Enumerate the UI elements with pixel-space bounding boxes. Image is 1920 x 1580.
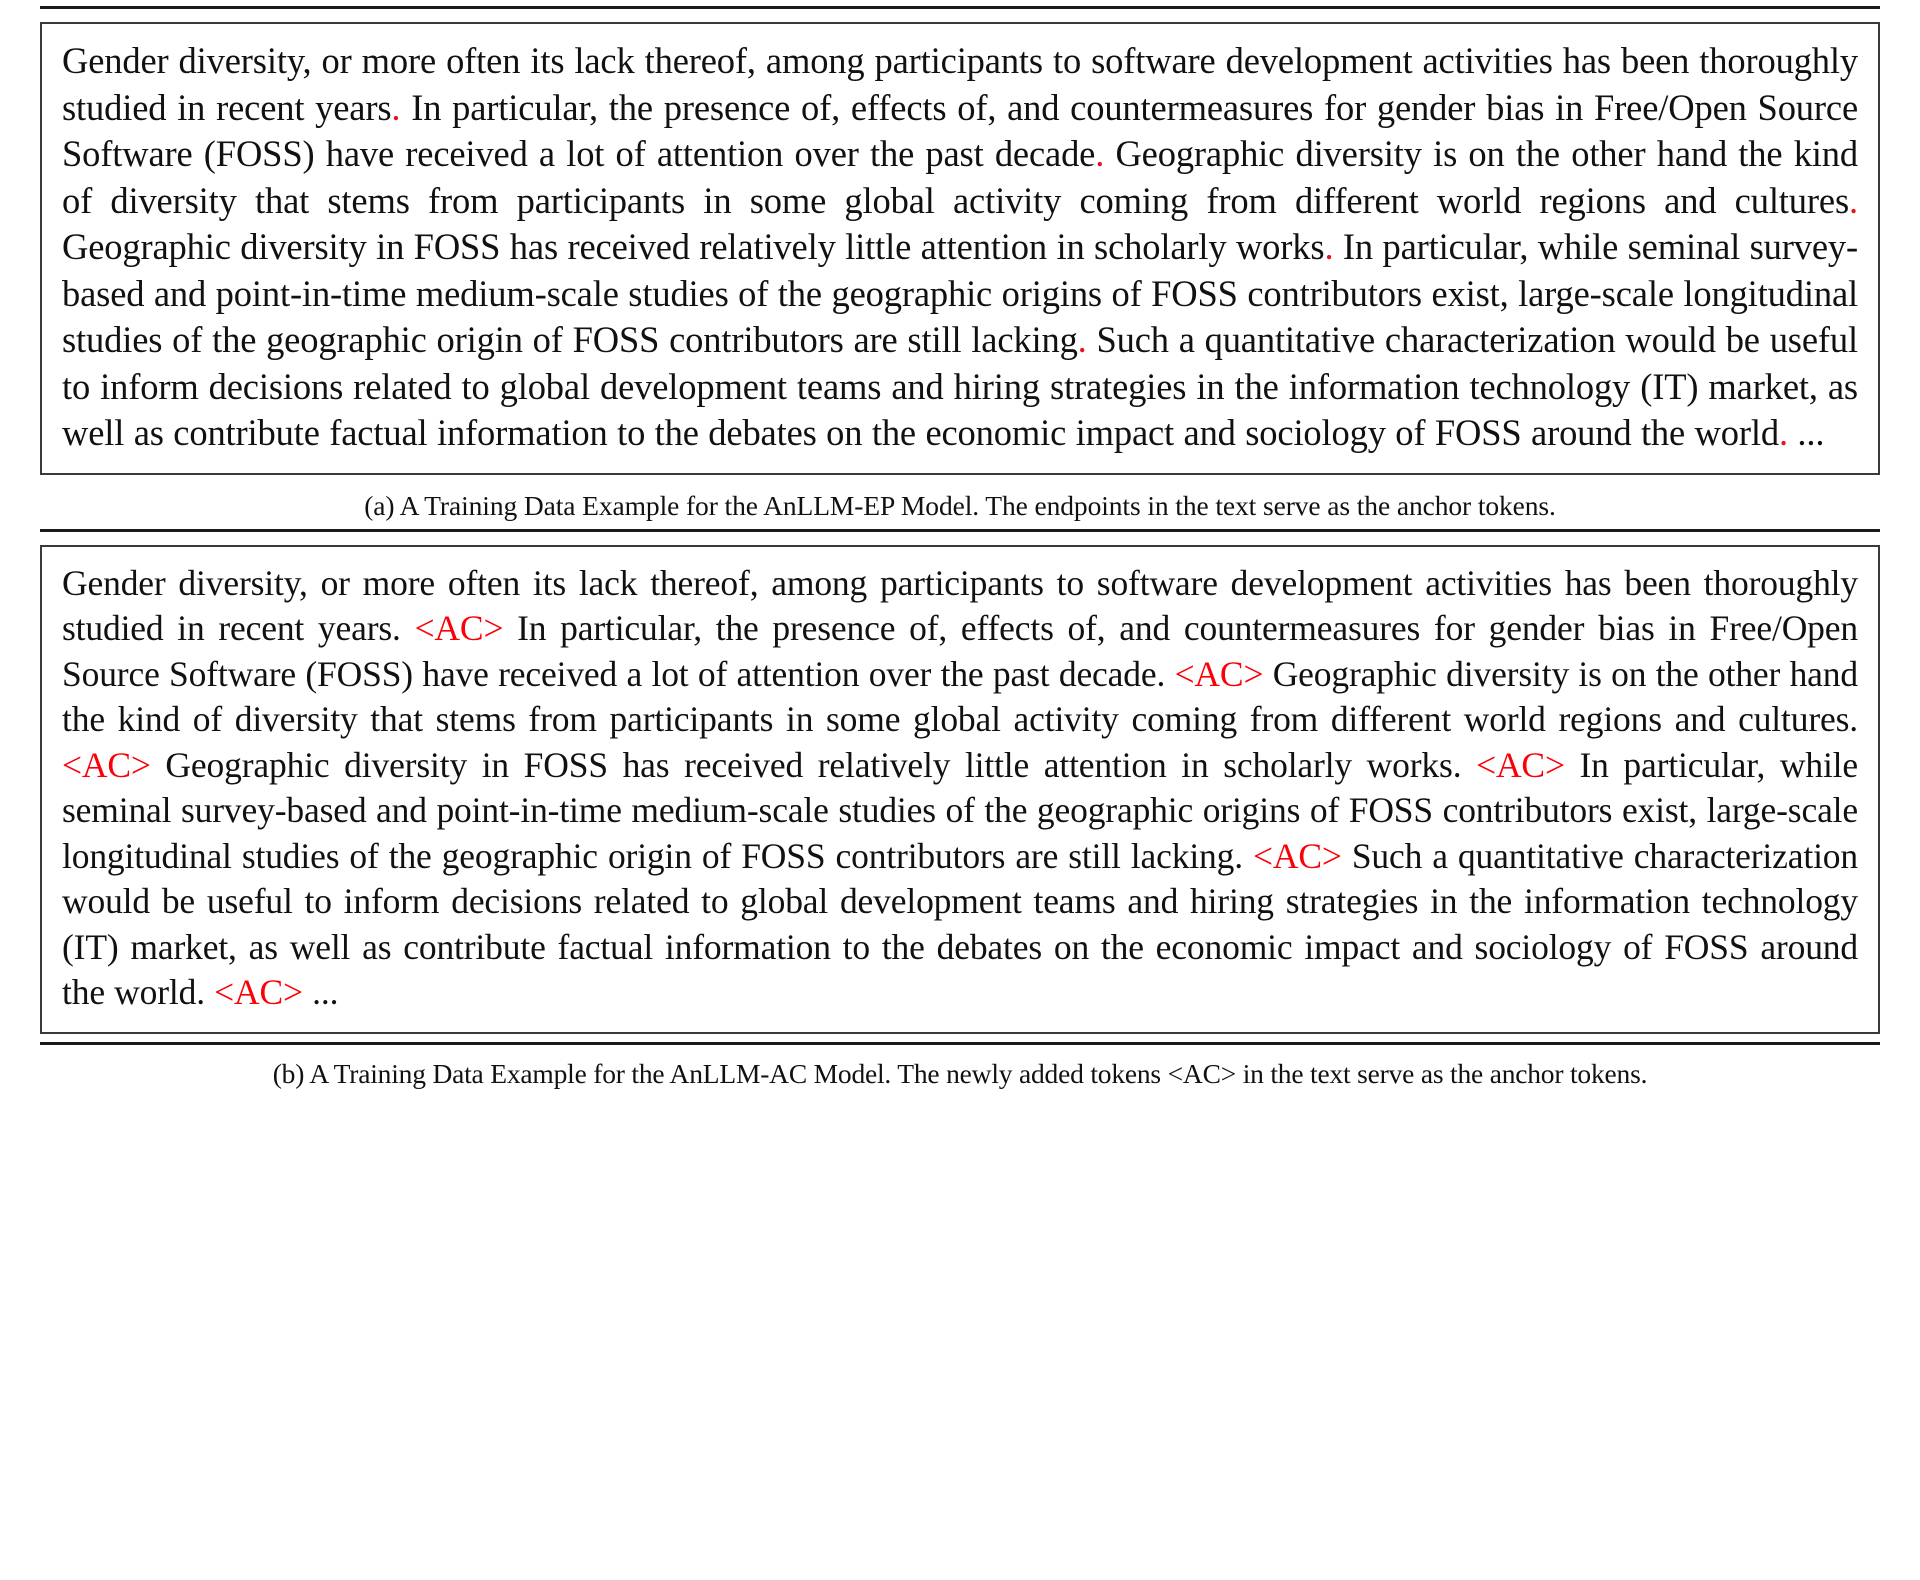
- figure-middle-rule: [40, 528, 1880, 532]
- anchor-token: <AC>: [414, 608, 504, 648]
- text-segment: Geographic diversity in FOSS has receive…: [150, 744, 1477, 785]
- training-example-box-b: Gender diversity, or more often its lack…: [40, 544, 1880, 1034]
- anchor-token: <AC>: [1174, 653, 1264, 694]
- figure-caption-a: (a) A Training Data Example for the AnLL…: [364, 489, 1556, 521]
- training-example-text-a: Gender diversity, or more often its lack…: [62, 38, 1858, 457]
- anchor-token: <AC>: [62, 744, 151, 785]
- training-example-text-b: Gender diversity, or more often its lack…: [62, 561, 1858, 1016]
- endpoint-anchor-period: .: [1077, 319, 1087, 360]
- figure-caption-b: (b) A Training Data Example for the AnLL…: [272, 1057, 1648, 1089]
- endpoint-anchor-period: .: [1095, 133, 1105, 174]
- text-segment: ...: [302, 972, 339, 1012]
- figure-bottom-rule: [40, 1041, 1880, 1045]
- text-segment: Geographic diversity in FOSS has receive…: [62, 226, 1325, 267]
- endpoint-anchor-period: .: [1778, 412, 1788, 453]
- anchor-token: <AC>: [214, 972, 303, 1012]
- anchor-token: <AC>: [1253, 835, 1342, 876]
- figure-top-rule: [40, 6, 1880, 9]
- anchor-token: <AC>: [1476, 744, 1565, 785]
- endpoint-anchor-period: .: [1849, 179, 1858, 221]
- training-example-box-a: Gender diversity, or more often its lack…: [40, 22, 1880, 475]
- text-segment: ...: [1787, 412, 1825, 453]
- figure-page: Gender diversity, or more often its lack…: [0, 6, 1920, 1580]
